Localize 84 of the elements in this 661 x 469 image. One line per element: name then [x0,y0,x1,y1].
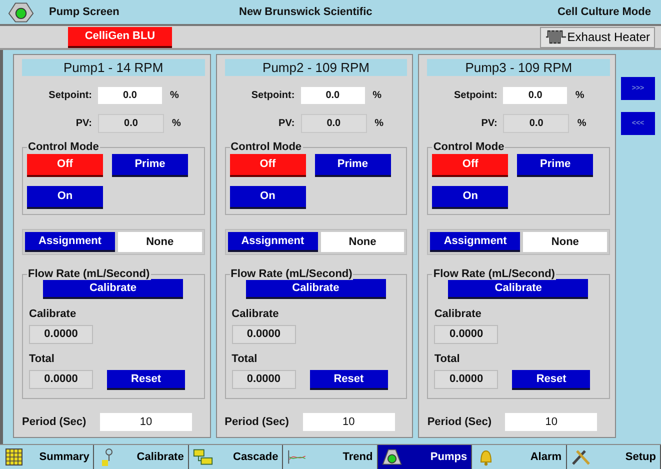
calibrate-button[interactable]: Calibrate [246,278,386,299]
calibrate-label: Calibrate [434,308,482,320]
tools-icon [570,448,591,466]
setpoint-field[interactable]: 0.0 [300,86,365,104]
group-label: Control Mode [27,140,100,153]
pump-title: Pump3 - 109 RPM [427,59,610,76]
period-label: Period (Sec) [22,416,88,428]
mode-button[interactable]: Off [432,154,508,177]
setpoint-field[interactable]: 0.0 [98,86,162,104]
calibrate-label: Calibrate [232,308,279,320]
status-light-icon [382,448,402,466]
nav-tab[interactable]: Calibrate [94,445,189,469]
company-name: New Brunswick Scientific [239,6,374,18]
trend-chart-icon [287,448,308,466]
pv-value: 0.0 [503,114,570,134]
total-label: Total [29,352,54,365]
mode-button[interactable]: Prime [112,154,188,177]
calibrate-value: 0.0000 [434,324,498,344]
reset-button[interactable]: Reset [512,370,590,390]
group-label: Flow Rate (mL/Second) [432,268,556,280]
setpoint-label: Setpoint: [453,90,498,101]
mode-label: Cell Culture Mode [557,6,651,18]
pump-title: Pump2 - 109 RPM [224,59,408,76]
total-value: 0.0000 [232,370,296,390]
nav-tab[interactable]: Pumps [378,445,472,469]
assignment-button[interactable]: Assignment [25,232,115,252]
calibrate-label: Calibrate [29,308,76,320]
mode-button[interactable]: Prime [314,154,391,177]
nav-tab[interactable]: Cascade [188,445,284,469]
unit-label: % [374,118,384,130]
heater-coil-icon [545,30,568,44]
unit-button[interactable]: CelliGen BLU [68,26,172,48]
pv-label: PV: [480,118,498,130]
period-field[interactable]: 10 [100,412,192,431]
nav-tab[interactable]: Setup [566,445,661,469]
status-light-icon [8,2,34,22]
assignment-button[interactable]: Assignment [228,232,318,252]
setpoint-label: Setpoint: [250,90,296,101]
pv-value: 0.0 [300,114,367,134]
unit-label: % [372,90,382,101]
pv-label: PV: [74,118,93,130]
mode-button[interactable]: Off [230,154,306,177]
mode-button[interactable]: On [230,186,306,209]
unit-label: % [170,90,179,101]
screen-title: Pump Screen [49,6,120,18]
mode-button[interactable]: Off [27,154,103,177]
total-label: Total [434,352,460,365]
nav-tab[interactable]: Alarm [472,445,567,469]
period-field[interactable]: 10 [505,412,598,431]
calibrate-button[interactable]: Calibrate [448,278,588,299]
setpoint-label: Setpoint: [48,90,93,101]
mode-button[interactable]: On [27,186,103,209]
pump-title: Pump1 - 14 RPM [22,59,205,76]
assignment-value: None [523,232,608,252]
exhaust-heater-button[interactable]: Exhaust Heater [540,26,655,48]
calibrate-value: 0.0000 [29,324,93,344]
reset-button[interactable]: Reset [310,370,388,390]
assignment-value: None [118,232,202,252]
cascade-icon [192,448,213,466]
total-value: 0.0000 [29,370,93,390]
mode-button[interactable]: On [432,186,508,209]
calibrate-value: 0.0000 [232,324,296,344]
calibrate-button[interactable]: Calibrate [43,278,183,299]
group-label: Flow Rate (mL/Second) [27,268,151,280]
reset-button[interactable]: Reset [107,370,185,390]
period-field[interactable]: 10 [302,412,395,431]
unit-label: % [577,118,586,130]
total-value: 0.0000 [434,370,498,390]
nav-tab[interactable]: Summary [0,445,94,469]
unit-label: % [575,90,584,101]
pv-label: PV: [278,118,296,130]
group-label: Flow Rate (mL/Second) [230,268,354,280]
setpoint-field[interactable]: 0.0 [503,86,568,104]
pv-value: 0.0 [98,114,164,134]
assignment-value: None [320,232,404,252]
assignment-button[interactable]: Assignment [430,232,520,252]
total-label: Total [232,352,258,365]
period-label: Period (Sec) [224,416,290,428]
group-label: Control Mode [230,140,303,153]
grid-icon [4,448,24,466]
group-label: Control Mode [432,140,506,153]
mode-button[interactable]: Prime [517,154,594,177]
period-label: Period (Sec) [427,416,493,428]
unit-label: % [172,118,181,130]
